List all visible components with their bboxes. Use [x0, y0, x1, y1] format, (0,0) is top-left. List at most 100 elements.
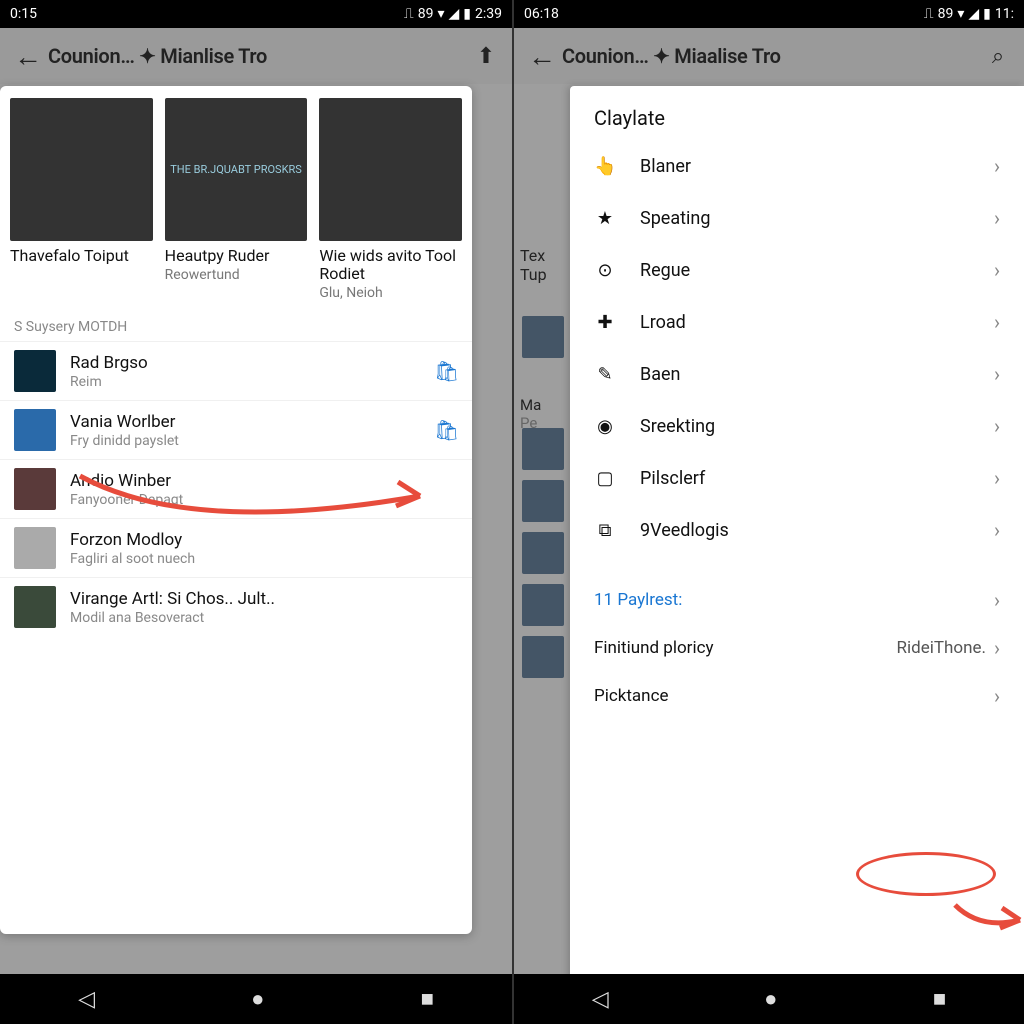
item-subtitle: Fry dinidd payslet — [70, 433, 420, 449]
thumbnail-row: Thavefalo Toiput THE BR.JQUABT PROSKRS H… — [0, 86, 472, 301]
chevron-right-icon: › — [994, 206, 1000, 230]
battery-icon: ▮ — [463, 6, 471, 22]
wifi-icon: ▾ — [437, 6, 444, 22]
menu-item-label: Baen — [640, 364, 970, 385]
item-subtitle: Reim — [70, 374, 420, 390]
status-clock: 11: — [995, 6, 1014, 22]
menu-item-icon: ▢ — [594, 468, 616, 489]
menu-item-label: Speating — [640, 208, 970, 229]
menu-item-icon: ⧉ — [594, 520, 616, 541]
chevron-right-icon: › — [994, 518, 1000, 542]
item-subtitle: Modil ana Besoveract — [70, 610, 458, 626]
background-strip — [514, 86, 570, 1024]
thumb-item-1[interactable]: THE BR.JQUABT PROSKRS Heautpy Ruder Reow… — [165, 98, 308, 301]
menu-item-3[interactable]: ✚ Lroad › — [570, 296, 1024, 348]
menu-item-icon: ◉ — [594, 416, 616, 437]
status-right: ⎍ 89 ▾ ◢ ▮ 11: — [924, 6, 1014, 22]
menu-item-label: Pilsclerf — [640, 468, 970, 489]
item-subtitle: Fanyooner Depagt — [70, 492, 458, 508]
setting-value: RideiThone. — [897, 638, 986, 658]
menu-item-label: Lroad — [640, 312, 970, 333]
menu-item-label: 9Veedlogis — [640, 520, 970, 541]
thumbnail — [14, 350, 56, 392]
list: Rad BrgsoReim 🛍 Vania WorlberFry dinidd … — [0, 341, 472, 934]
chevron-right-icon: › — [994, 154, 1000, 178]
search-icon[interactable]: ⌕ — [980, 38, 1016, 74]
nav-home-icon[interactable]: ● — [251, 986, 264, 1012]
menu-title: Claylate — [570, 86, 1024, 140]
phone-right: 06:18 ⎍ 89 ▾ ◢ ▮ 11: ← Counion… ✦ Miaali… — [512, 0, 1024, 1024]
android-navbar: ◁ ● ■ — [514, 974, 1024, 1024]
nav-recent-icon[interactable]: ■ — [421, 986, 434, 1012]
menu-item-4[interactable]: ✎Baen› — [570, 348, 1024, 400]
menu-item-2[interactable]: ⊙ Regue › — [570, 244, 1024, 296]
item-title: Andio Winber — [70, 471, 458, 491]
item-title: Vania Worlber — [70, 412, 420, 432]
usb-icon: ⎍ — [404, 6, 414, 22]
signal-icon: ◢ — [968, 6, 979, 22]
bookmark-icon[interactable]: 🛍 — [434, 418, 458, 442]
thumb-subtitle: Reowertund — [165, 267, 308, 283]
chevron-right-icon: › — [994, 258, 1000, 282]
bookmark-icon[interactable]: 🛍 — [434, 359, 458, 383]
status-clock: 2:39 — [475, 6, 502, 22]
chevron-right-icon: › — [994, 310, 1000, 334]
back-button[interactable]: ← — [522, 40, 562, 73]
battery-icon: ▮ — [983, 6, 991, 22]
bg-text-line: Ma — [520, 396, 541, 414]
menu-link-playlists[interactable]: 11 Paylrest: › — [570, 576, 1024, 624]
thumb-title: Thavefalo Toiput — [10, 247, 153, 265]
phone-left: 0:15 ⎍ 89 ▾ ◢ ▮ 2:39 ← Counion… ✦ Mianli… — [0, 0, 512, 1024]
list-item[interactable]: Forzon ModloyFagliri al soot nuech — [0, 518, 472, 577]
bg-text: Ma Pe — [520, 396, 541, 432]
chevron-right-icon: › — [994, 588, 1000, 612]
menu-item-label: Picktance — [594, 686, 668, 706]
item-title: Forzon Modloy — [70, 530, 458, 550]
menu-setting-row[interactable]: Finitiund ploricy RideiThone. › — [570, 624, 1024, 672]
menu-item-icon: ★ — [594, 208, 616, 229]
wifi-icon: ▾ — [957, 6, 964, 22]
thumbnail — [14, 527, 56, 569]
item-subtitle: Fagliri al soot nuech — [70, 551, 458, 567]
content-card: Thavefalo Toiput THE BR.JQUABT PROSKRS H… — [0, 86, 472, 934]
menu-item-icon: ✚ — [594, 312, 616, 333]
status-time: 0:15 — [10, 6, 37, 22]
item-title: Rad Brgso — [70, 353, 420, 373]
nav-back-icon[interactable]: ◁ — [592, 987, 609, 1012]
chevron-right-icon: › — [994, 466, 1000, 490]
list-item[interactable]: Rad BrgsoReim 🛍 — [0, 341, 472, 400]
thumbnail — [14, 586, 56, 628]
chevron-right-icon: › — [994, 684, 1000, 708]
menu-item-last[interactable]: Picktance › — [570, 672, 1024, 720]
nav-back-icon[interactable]: ◁ — [78, 987, 95, 1012]
bg-thumb — [522, 428, 564, 470]
thumb-item-0[interactable]: Thavefalo Toiput — [10, 98, 153, 301]
share-icon[interactable]: ⬆ — [468, 38, 504, 74]
thumbnail-image: THE BR.JQUABT PROSKRS — [165, 98, 308, 241]
usb-icon: ⎍ — [924, 6, 934, 22]
bg-text-line: Tup — [520, 265, 547, 284]
back-button[interactable]: ← — [8, 40, 48, 73]
thumb-item-2[interactable]: Wie wids avito Tool Rodiet Glu, Neioh — [319, 98, 462, 301]
poster-text: THE BR.JQUABT PROSKRS — [170, 163, 302, 176]
app-header: ← Counion… ✦ Miaalise Tro ⌕ — [514, 28, 1024, 84]
menu-item-1[interactable]: ★ Speating › — [570, 192, 1024, 244]
menu-item-0[interactable]: 👆Blaner› — [570, 140, 1024, 192]
menu-item-5[interactable]: ◉Sreekting› — [570, 400, 1024, 452]
list-item[interactable]: Virange Artl: Si Chos.. Jult..Modil ana … — [0, 577, 472, 636]
battery-pct: 89 — [418, 6, 434, 22]
menu-item-7[interactable]: ⧉ 9Veedlogis › — [570, 504, 1024, 556]
list-item[interactable]: Andio WinberFanyooner Depagt — [0, 459, 472, 518]
signal-icon: ◢ — [449, 6, 460, 22]
menu-item-label: Regue — [640, 260, 970, 281]
menu-item-label: Blaner — [640, 156, 970, 177]
nav-recent-icon[interactable]: ■ — [933, 986, 946, 1012]
bg-thumb — [522, 316, 564, 358]
bg-text-line: Tex — [520, 246, 547, 265]
list-item[interactable]: Vania WorlberFry dinidd payslet 🛍 — [0, 400, 472, 459]
nav-home-icon[interactable]: ● — [764, 986, 777, 1012]
bg-thumb — [522, 584, 564, 626]
menu-item-6[interactable]: ▢ Pilsclerf › — [570, 452, 1024, 504]
menu-link-label: 11 Paylrest: — [594, 590, 682, 610]
menu-item-icon: ⊙ — [594, 260, 616, 281]
